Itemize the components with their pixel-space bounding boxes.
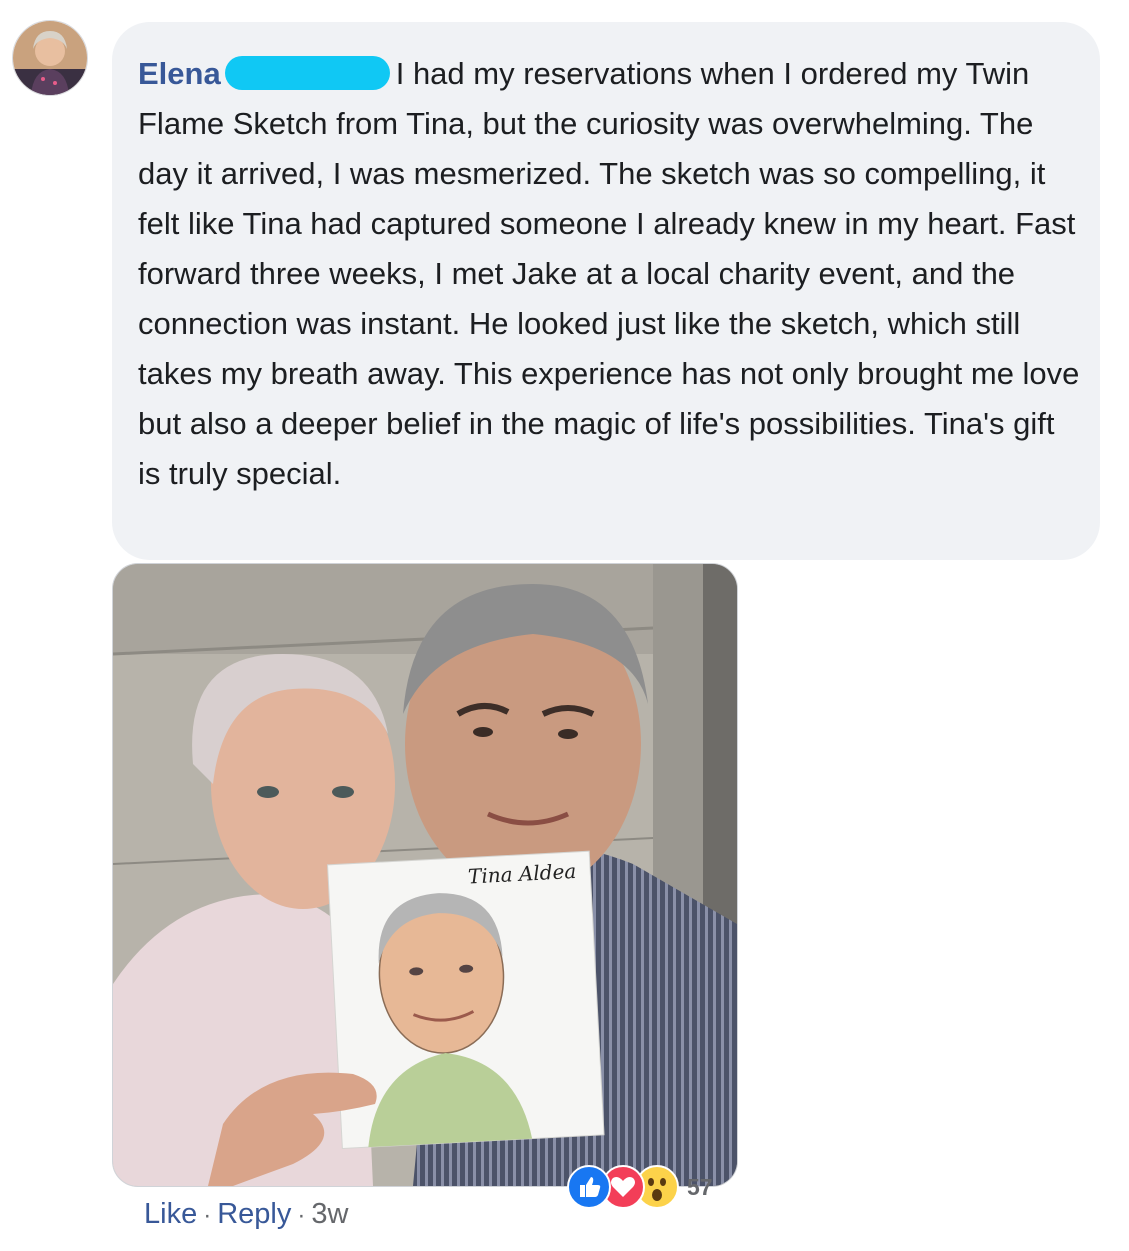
- redacted-surname: [224, 56, 390, 90]
- reaction-count: 57: [687, 1173, 713, 1200]
- like-icon: [567, 1165, 611, 1209]
- separator: ·: [203, 1202, 212, 1229]
- avatar-image: [13, 21, 87, 95]
- commenter-avatar[interactable]: [12, 20, 88, 96]
- comment-photo[interactable]: Tina Aldea: [112, 563, 738, 1187]
- comment-actions: Like · Reply · 3w: [144, 1198, 348, 1231]
- comment-text-line1: I had my reservations when I ordered my: [395, 56, 958, 91]
- comment-text: Elena I had my reservations when I ordere…: [138, 49, 1083, 499]
- comment-text-body: Twin Flame Sketch from Tina, but the cur…: [138, 56, 1080, 491]
- comment-author[interactable]: Elena: [138, 56, 221, 91]
- comment-bubble: Elena I had my reservations when I ordere…: [112, 22, 1100, 560]
- reply-link[interactable]: Reply: [217, 1198, 291, 1231]
- separator: ·: [297, 1202, 306, 1229]
- like-link[interactable]: Like: [144, 1198, 197, 1231]
- reactions-summary[interactable]: 57: [567, 1165, 713, 1209]
- comment-timestamp[interactable]: 3w: [311, 1198, 348, 1231]
